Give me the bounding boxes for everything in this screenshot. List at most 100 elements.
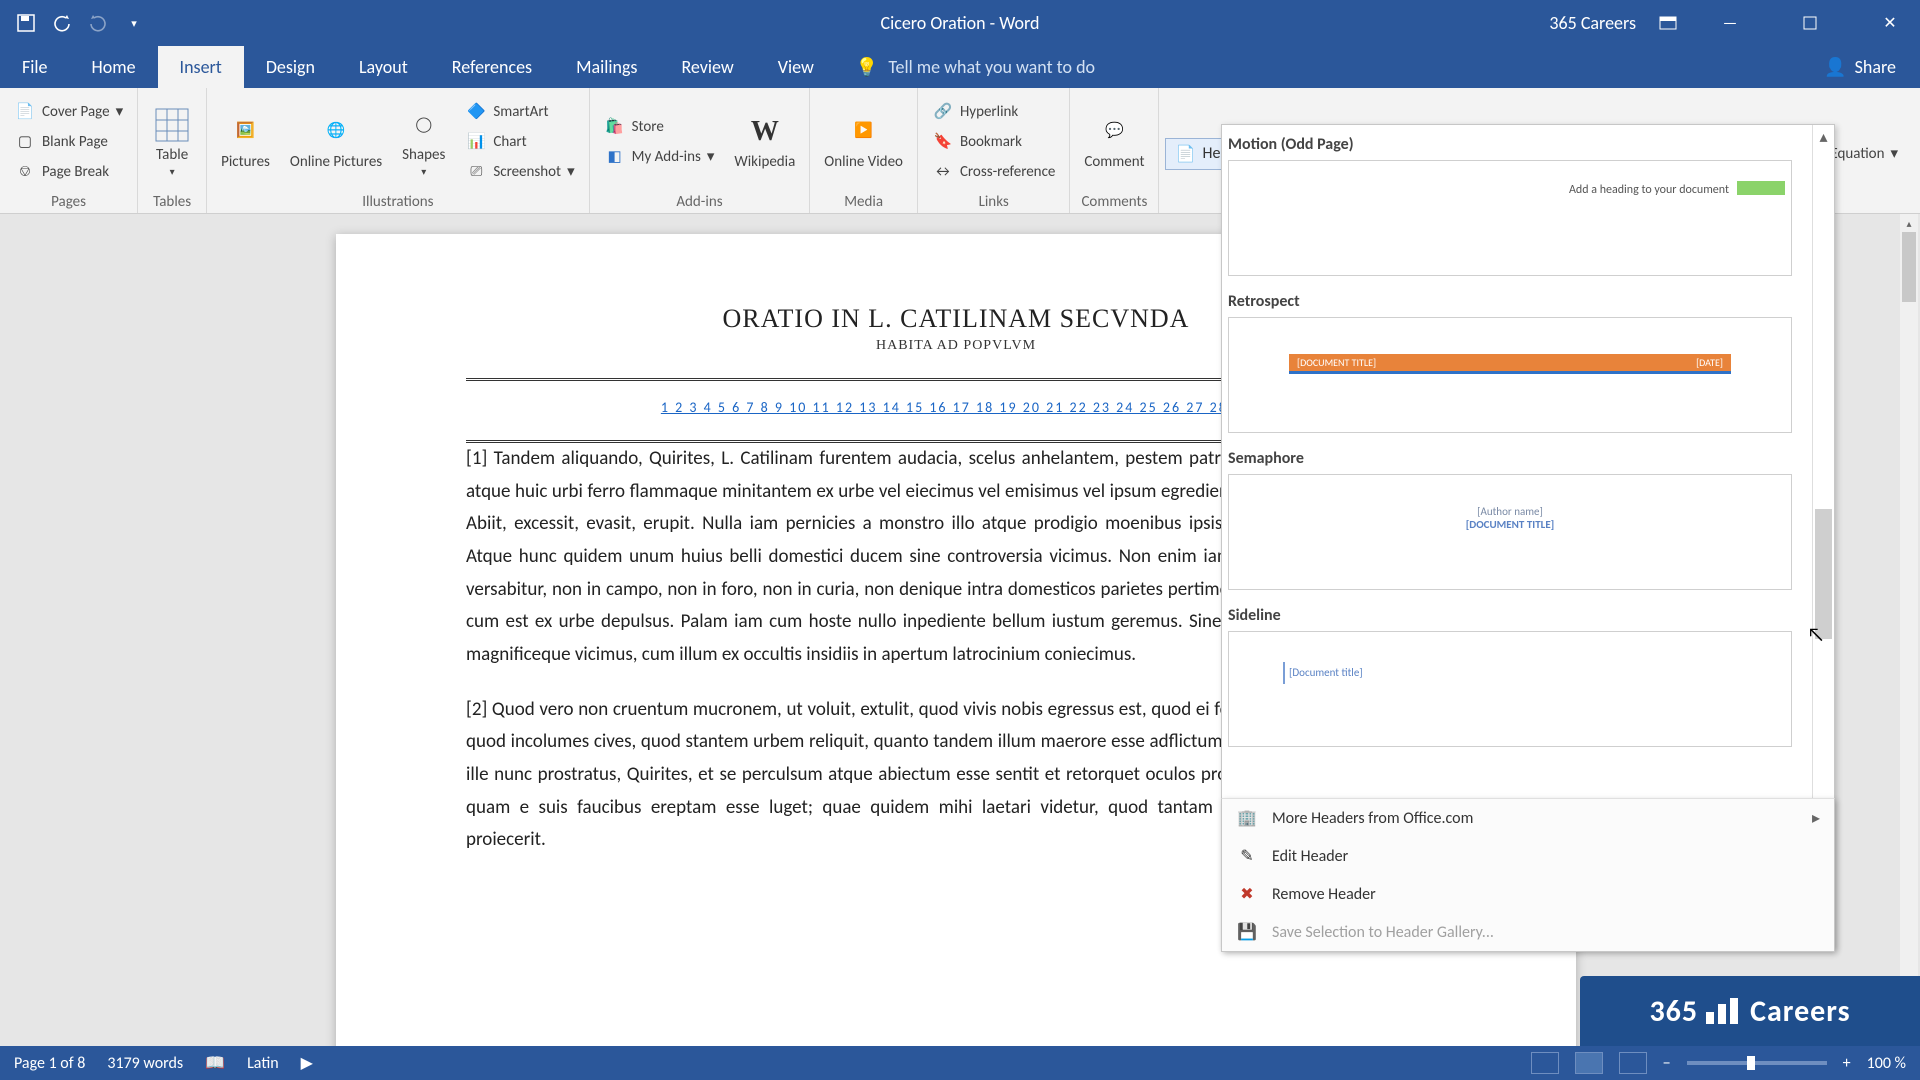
edit-header-button[interactable]: ✎ Edit Header <box>1222 837 1834 875</box>
crossref-icon: ↔ <box>932 161 954 183</box>
undo-icon[interactable] <box>50 11 74 35</box>
online-video-label: Online Video <box>824 154 903 171</box>
scroll-thumb[interactable] <box>1902 232 1916 302</box>
zoom-out-button[interactable]: − <box>1663 1054 1671 1073</box>
menu-tabs: File Home Insert Design Layout Reference… <box>0 46 1920 88</box>
hyperlink-button[interactable]: 🔗Hyperlink <box>926 99 1061 125</box>
tab-file[interactable]: File <box>0 46 70 88</box>
retrospect-doc-title: [DOCUMENT TITLE] <box>1297 356 1376 369</box>
semaphore-doc-title: [DOCUMENT TITLE] <box>1466 518 1555 531</box>
gallery-item-sideline[interactable]: [Document title] <box>1228 631 1792 747</box>
tab-mailings[interactable]: Mailings <box>554 46 659 88</box>
comments-group-label: Comments <box>1078 193 1150 213</box>
retrospect-date: [DATE] <box>1696 356 1723 369</box>
tab-layout[interactable]: Layout <box>337 46 430 88</box>
online-video-button[interactable]: ▶️Online Video <box>818 112 909 171</box>
blank-page-button[interactable]: ▢ Blank Page <box>8 129 129 155</box>
status-words[interactable]: 3179 words <box>107 1054 183 1073</box>
pictures-button[interactable]: 🖼️Pictures <box>215 112 276 171</box>
comment-button[interactable]: 💬 Comment <box>1078 112 1150 171</box>
header-icon: 📄 <box>1174 143 1196 165</box>
zoom-level[interactable]: 100 % <box>1867 1054 1906 1073</box>
spellcheck-icon[interactable]: 📖 <box>205 1053 225 1073</box>
sideline-doc-title: [Document title] <box>1289 666 1363 679</box>
ribbon-display-icon[interactable] <box>1656 11 1680 35</box>
status-page[interactable]: Page 1 of 8 <box>14 1054 85 1073</box>
comment-icon: 💬 <box>1094 112 1134 152</box>
scroll-up-icon[interactable]: ▴ <box>1900 214 1918 232</box>
wikipedia-button[interactable]: WWikipedia <box>728 112 801 171</box>
blank-page-label: Blank Page <box>42 133 108 151</box>
minimize-button[interactable]: — <box>1700 0 1760 46</box>
save-icon[interactable] <box>14 11 38 35</box>
bookmark-button[interactable]: 🔖 Bookmark <box>926 129 1061 155</box>
web-layout-button[interactable] <box>1619 1052 1647 1074</box>
illustrations-group-label: Illustrations <box>215 193 581 213</box>
print-layout-button[interactable] <box>1575 1052 1603 1074</box>
read-mode-button[interactable] <box>1531 1052 1559 1074</box>
my-addins-button[interactable]: ◧My Add-ins ▾ <box>598 144 721 170</box>
store-icon: 🛍️ <box>604 116 626 138</box>
scroll-up-icon[interactable]: ▴ <box>1813 125 1834 149</box>
macro-icon[interactable]: ▶ <box>301 1053 313 1073</box>
media-group-label: Media <box>818 193 909 213</box>
my-addins-label: My Add-ins <box>632 148 701 166</box>
brand-prefix: 365 Careers <box>1549 12 1636 34</box>
qat-customize-icon[interactable]: ▾ <box>122 11 146 35</box>
shapes-button[interactable]: ◯Shapes▾ <box>396 105 451 178</box>
share-icon: 👤 <box>1824 56 1846 78</box>
more-headers-button[interactable]: 🏢 More Headers from Office.com ▸ <box>1222 799 1834 837</box>
smartart-button[interactable]: 🔷 SmartArt <box>459 99 580 125</box>
share-button[interactable]: 👤 Share <box>1800 46 1920 88</box>
maximize-button[interactable] <box>1780 0 1840 46</box>
page-break-icon: ⎊ <box>14 161 36 183</box>
redo-icon[interactable] <box>86 11 110 35</box>
status-language[interactable]: Latin <box>247 1054 279 1073</box>
page-break-button[interactable]: ⎊ Page Break <box>8 159 129 185</box>
wikipedia-icon: W <box>745 112 785 152</box>
window-title: Cicero Oration - Word <box>881 12 1040 34</box>
tab-home[interactable]: Home <box>70 46 158 88</box>
blank-page-icon: ▢ <box>14 131 36 153</box>
screenshot-button[interactable]: ⎚Screenshot ▾ <box>459 159 580 185</box>
zoom-slider[interactable] <box>1687 1061 1827 1065</box>
tab-review[interactable]: Review <box>659 46 755 88</box>
close-button[interactable]: ✕ <box>1860 0 1920 46</box>
online-pictures-button[interactable]: 🌐Online Pictures <box>284 112 388 171</box>
page-break-label: Page Break <box>42 163 109 181</box>
comment-label: Comment <box>1084 154 1144 171</box>
motion-accent <box>1737 181 1785 195</box>
remove-icon: ✖ <box>1236 883 1258 905</box>
zoom-in-button[interactable]: + <box>1843 1054 1851 1073</box>
semaphore-text: [Author name] [DOCUMENT TITLE] <box>1466 505 1555 531</box>
gallery-item-retrospect[interactable]: [DOCUMENT TITLE] [DATE] <box>1228 317 1792 433</box>
zoom-knob[interactable] <box>1747 1056 1755 1070</box>
smartart-icon: 🔷 <box>465 101 487 123</box>
remove-header-button[interactable]: ✖ Remove Header <box>1222 875 1834 913</box>
motion-hint: Add a heading to your document <box>1569 183 1729 197</box>
tab-view[interactable]: View <box>756 46 836 88</box>
online-pictures-icon: 🌐 <box>316 112 356 152</box>
gallery-item-motion[interactable]: Add a heading to your document <box>1228 160 1792 276</box>
scroll-thumb[interactable] <box>1815 509 1832 639</box>
tell-me-input[interactable]: 💡 Tell me what you want to do <box>836 46 1800 88</box>
tell-me-placeholder: Tell me what you want to do <box>888 56 1095 78</box>
document-scrollbar[interactable]: ▴ ▾ <box>1900 214 1918 1046</box>
table-button[interactable]: Table ▾ <box>146 105 198 178</box>
gallery-section-semaphore: Semaphore <box>1222 439 1812 474</box>
tab-references[interactable]: References <box>430 46 554 88</box>
screenshot-icon: ⎚ <box>465 161 487 183</box>
cross-reference-button[interactable]: ↔Cross-reference <box>926 159 1061 185</box>
bookmark-icon: 🔖 <box>932 131 954 153</box>
store-button[interactable]: 🛍️Store <box>598 114 721 140</box>
scroll-track[interactable] <box>1900 232 1918 1028</box>
gallery-item-semaphore[interactable]: [Author name] [DOCUMENT TITLE] <box>1228 474 1792 590</box>
bookmark-label: Bookmark <box>960 133 1022 151</box>
smartart-label: SmartArt <box>493 103 548 121</box>
hyperlink-icon: 🔗 <box>932 101 954 123</box>
tab-insert[interactable]: Insert <box>158 46 244 88</box>
tab-design[interactable]: Design <box>244 46 337 88</box>
chart-button[interactable]: 📊Chart <box>459 129 580 155</box>
tables-group-label: Tables <box>146 193 198 213</box>
cover-page-button[interactable]: 📄Cover Page ▾ <box>8 99 129 125</box>
